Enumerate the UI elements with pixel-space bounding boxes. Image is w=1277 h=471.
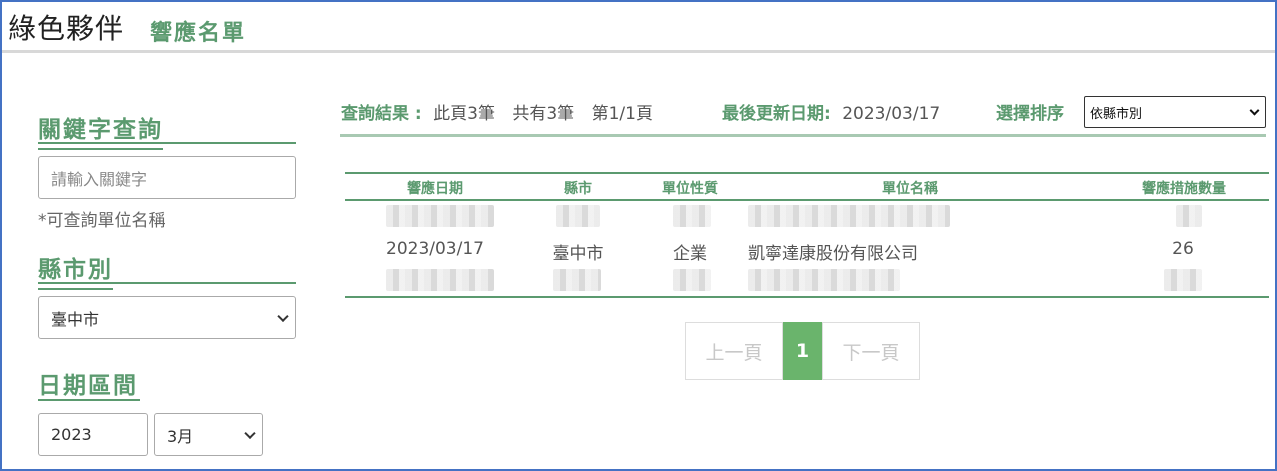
column-header-count: 響應措施數量 <box>1142 181 1226 197</box>
sort-select[interactable]: 依縣市別 <box>1084 96 1266 128</box>
chevron-down-icon <box>244 427 256 439</box>
keyword-search-input[interactable]: 請輸入關鍵字 <box>38 156 296 199</box>
row-county: 臺中市 <box>552 244 604 264</box>
month-selected-value: 3月 <box>167 426 194 446</box>
window-frame <box>0 0 1277 471</box>
site-title: 綠色夥伴 <box>8 12 125 45</box>
column-header-county: 縣市 <box>564 181 592 197</box>
next-page-button[interactable]: 下一頁 <box>822 322 920 380</box>
page-1-button[interactable]: 1 <box>783 322 822 380</box>
redacted-cell <box>748 205 950 227</box>
table-header-rule <box>345 199 1269 201</box>
county-select[interactable]: 臺中市 <box>38 296 296 339</box>
redacted-cell <box>556 205 600 227</box>
redacted-cell <box>673 269 711 291</box>
page-subtitle: 響應名單 <box>150 21 247 46</box>
keyword-heading-rule <box>38 142 296 144</box>
result-label: 查詢結果 : <box>341 104 422 124</box>
keyword-heading: 關鍵字查詢 <box>38 110 163 150</box>
table-bottom-rule <box>345 296 1269 298</box>
row-type: 企業 <box>673 244 707 264</box>
page-count: 此頁3筆 <box>433 104 495 124</box>
row-name: 凱寧達康股份有限公司 <box>748 244 918 264</box>
header-divider <box>2 50 1275 53</box>
sort-label-wrap: 選擇排序 <box>996 99 1064 124</box>
redacted-cell <box>1164 269 1202 291</box>
last-updated: 最後更新日期: 2023/03/17 <box>722 99 940 124</box>
updated-label: 最後更新日期: <box>722 104 831 124</box>
table-top-rule <box>345 172 1269 174</box>
redacted-cell <box>748 269 900 291</box>
sort-label: 選擇排序 <box>996 104 1064 124</box>
row-count: 26 <box>1172 239 1194 259</box>
result-summary: 查詢結果 : 此頁3筆 共有3筆 第1/1頁 <box>341 99 653 124</box>
chevron-down-icon <box>1249 105 1260 116</box>
total-count: 共有3筆 <box>512 104 575 124</box>
county-selected-value: 臺中市 <box>51 309 100 329</box>
month-select[interactable]: 3月 <box>154 413 263 456</box>
year-value: 2023 <box>51 425 92 444</box>
summary-divider <box>340 134 1266 137</box>
column-header-type: 單位性質 <box>662 181 718 197</box>
page-of: 第1/1頁 <box>591 104 653 124</box>
year-input[interactable]: 2023 <box>38 413 148 456</box>
column-header-date: 響應日期 <box>407 181 463 197</box>
row-date: 2023/03/17 <box>386 239 484 259</box>
county-heading: 縣市別 <box>38 250 113 290</box>
prev-page-button[interactable]: 上一頁 <box>685 322 783 380</box>
date-range-heading-rule <box>38 399 140 401</box>
county-heading-rule <box>38 282 296 284</box>
redacted-cell <box>553 269 601 291</box>
updated-date: 2023/03/17 <box>842 104 941 124</box>
sort-selected-value: 依縣市別 <box>1090 106 1143 122</box>
redacted-cell <box>673 205 711 227</box>
redacted-cell <box>386 269 494 291</box>
chevron-down-icon <box>277 310 289 322</box>
keyword-hint: *可查詢單位名稱 <box>38 211 166 231</box>
keyword-placeholder: 請輸入關鍵字 <box>51 169 148 189</box>
column-header-name: 單位名稱 <box>882 181 938 197</box>
redacted-cell <box>1176 205 1202 227</box>
redacted-cell <box>386 205 494 227</box>
